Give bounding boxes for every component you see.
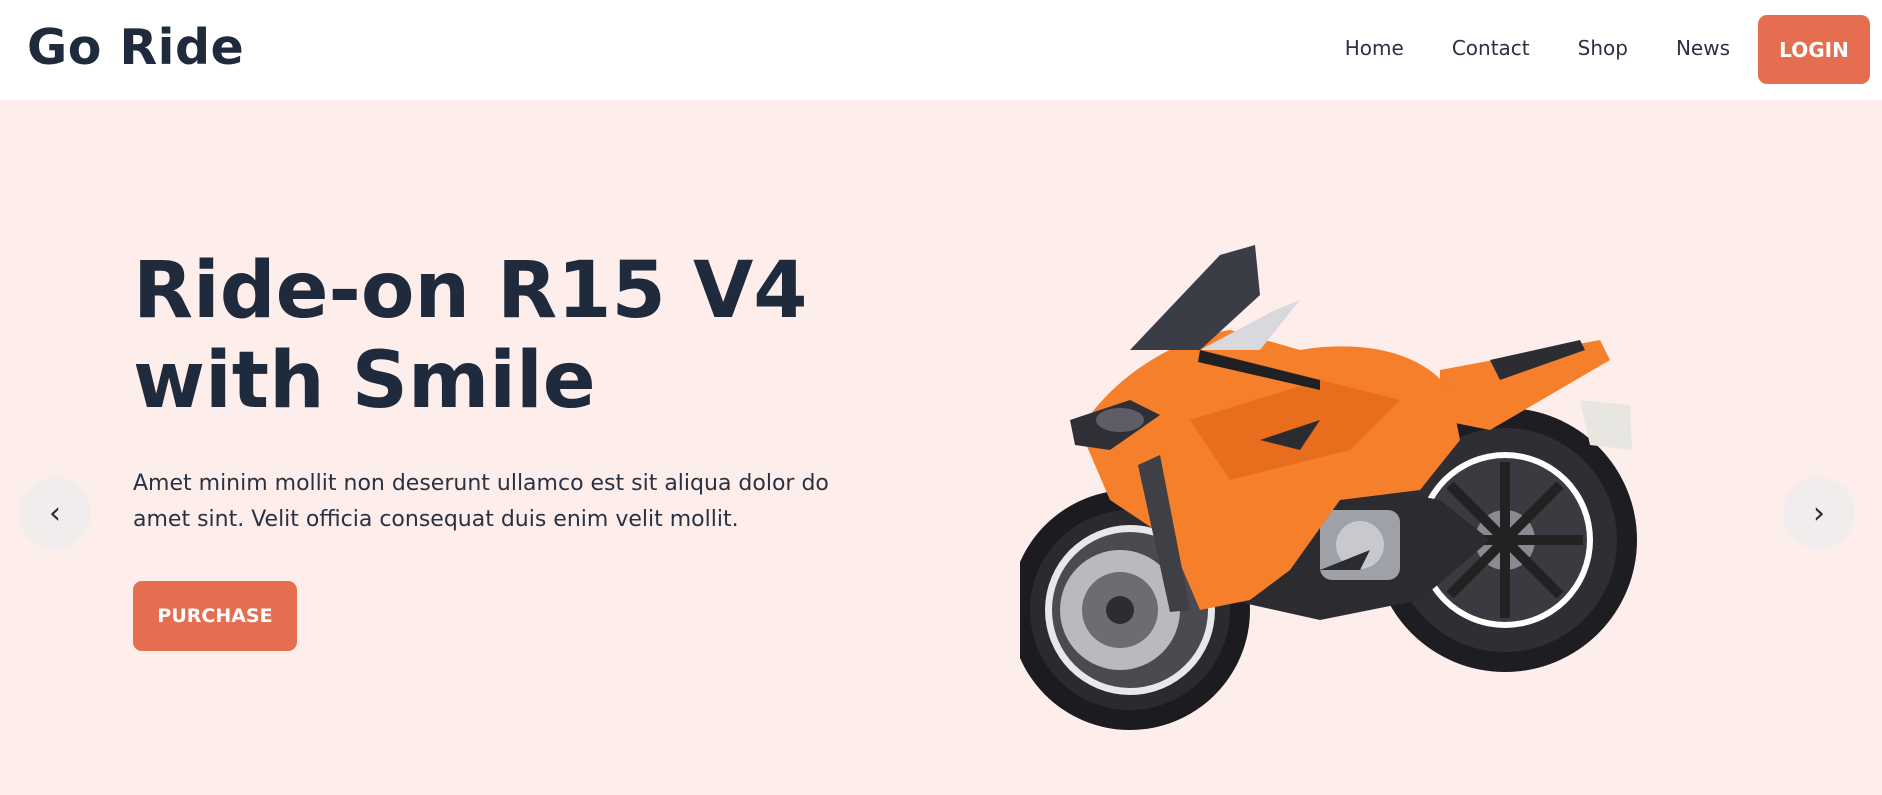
nav-link-shop[interactable]: Shop: [1578, 34, 1628, 62]
hero-description: Amet minim mollit non deserunt ullamco e…: [133, 471, 829, 532]
navbar: Go Ride Home Contact Shop News LOGIN: [0, 0, 1882, 100]
nav-link-home[interactable]: Home: [1345, 34, 1404, 62]
chevron-right-icon[interactable]: ›: [1783, 477, 1855, 549]
nav-link-contact[interactable]: Contact: [1452, 34, 1530, 62]
hero-title: Ride-on R15 V4 with Smile: [133, 246, 808, 426]
nav-link-news[interactable]: News: [1676, 34, 1730, 62]
nav-links: Home Contact Shop News: [1345, 34, 1730, 62]
brand-logo[interactable]: Go Ride: [27, 17, 244, 79]
motorcycle-image: [1020, 245, 1637, 730]
login-button[interactable]: LOGIN: [1758, 15, 1870, 84]
hero-section: ‹ Ride-on R15 V4 with Smile Amet minim m…: [0, 100, 1882, 795]
purchase-button[interactable]: PURCHASE: [133, 581, 297, 651]
chevron-left-icon[interactable]: ‹: [19, 477, 91, 549]
